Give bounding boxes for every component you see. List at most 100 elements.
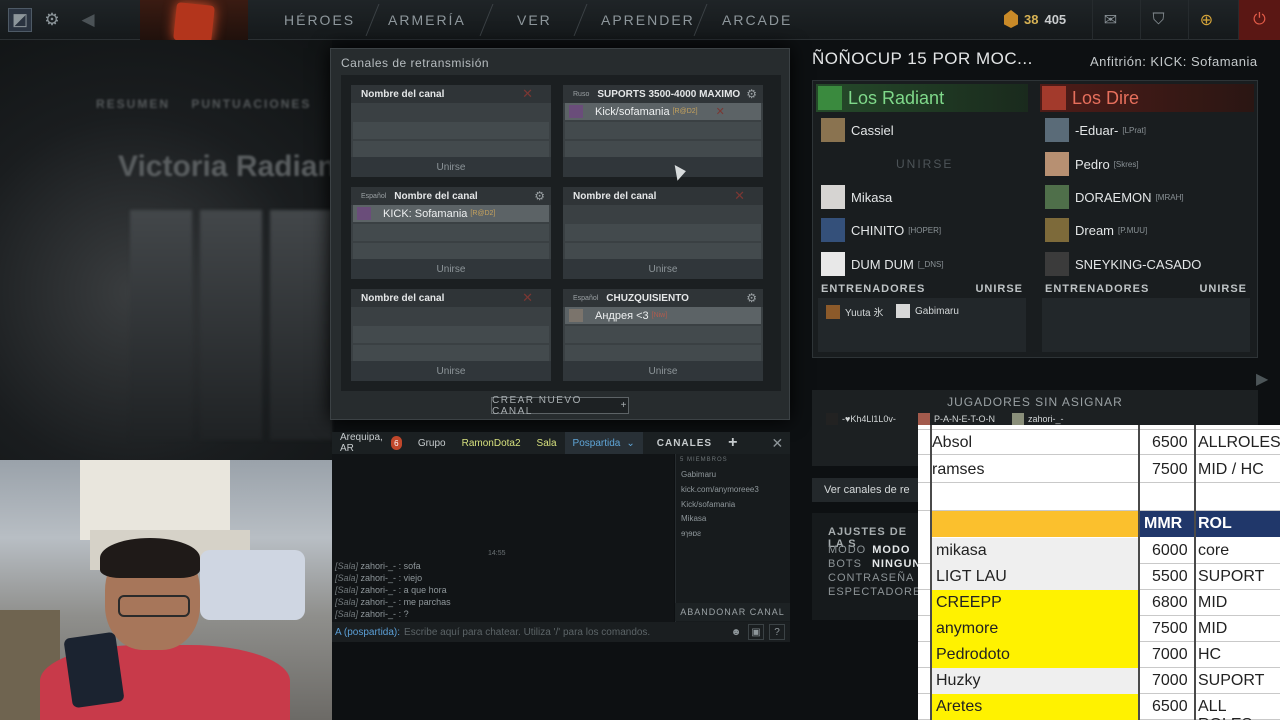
create-channel-button[interactable]: CREAR NUEVO CANAL + (491, 395, 629, 417)
member-item[interactable]: Gabimaru (681, 470, 716, 479)
sheet-mmr: 6500 (1152, 698, 1188, 715)
join-coach-button[interactable]: UNIRSE (975, 283, 1023, 297)
dire-player[interactable]: Dream [P.MUU] (1045, 216, 1147, 244)
power-icon[interactable]: ⏻ (1238, 0, 1280, 40)
sheet-name: Absol (932, 434, 973, 451)
join-slot-button[interactable]: UNIRSE (896, 150, 953, 178)
channel-name[interactable]: Nombre del canal (361, 293, 444, 304)
chevron-right-icon[interactable]: ▶ (1256, 369, 1268, 389)
close-icon[interactable]: ✕ (716, 105, 725, 118)
join-button[interactable]: Unirse (351, 259, 551, 279)
dire-header[interactable]: Los Dire (1042, 84, 1139, 112)
armory-slots-icon[interactable]: ⛉ (1140, 0, 1176, 40)
chat-timestamp: 14:55 (488, 550, 506, 557)
chat-user[interactable]: zahori-_- (361, 597, 397, 607)
plus-icon[interactable]: ⊕ (1188, 0, 1224, 40)
dire-player[interactable]: Pedro [Skres] (1045, 150, 1139, 178)
tab-label: Arequipa, AR (340, 432, 383, 454)
setting-bots: BOTS NINGUNO (828, 558, 931, 570)
empty-slot (565, 122, 761, 139)
tab-group[interactable]: Grupo (410, 432, 454, 454)
dire-player[interactable]: SNEYKING-CASADO (1045, 250, 1201, 278)
member-item[interactable]: Kick/sofamania (681, 500, 735, 509)
hero-card (130, 210, 192, 440)
gear-icon[interactable]: ⚙ (746, 87, 757, 101)
chat-prefix: [Sala] (335, 585, 359, 595)
guild-tag: [R@D2] (672, 108, 698, 115)
member-item[interactable]: kick.com/anymoreee3 (681, 485, 759, 494)
tab-room[interactable]: Sala (529, 432, 565, 454)
close-icon[interactable]: ✕ (522, 86, 533, 102)
radiant-player[interactable]: Mikasa (821, 183, 892, 211)
chat-user[interactable]: zahori-_- (361, 609, 397, 619)
chat-line: [Sala] zahori-_- : sofa (335, 561, 421, 571)
gold-amount: 38 (1024, 11, 1039, 27)
image-icon[interactable]: ▣ (748, 624, 764, 640)
unassigned-player[interactable]: zahori-_- (1012, 413, 1064, 425)
channel-name[interactable]: Nombre del canal (361, 89, 444, 100)
nav-arcade[interactable]: ARCADE (722, 12, 792, 28)
gear-icon[interactable]: ⚙ (40, 8, 64, 32)
join-button[interactable]: Unirse (563, 259, 763, 279)
join-button[interactable]: Unirse (563, 361, 763, 381)
unassigned-player[interactable]: P-A-N-E-T-O-N (918, 413, 995, 425)
nav-learn[interactable]: APRENDER (601, 12, 695, 28)
join-coach-button[interactable]: UNIRSE (1199, 283, 1247, 297)
unread-badge: 6 (390, 436, 402, 450)
nav-watch[interactable]: VER (517, 12, 552, 28)
coaches-label: ENTRENADORES (1045, 283, 1150, 295)
chat-user[interactable]: zahori-_- (361, 585, 397, 595)
close-icon[interactable]: ✕ (763, 432, 791, 454)
radiant-player[interactable]: DUM DUM [_DNS] (821, 250, 944, 278)
member-item[interactable]: ɘɿɘɒƨ (681, 529, 701, 538)
dashboard-icon[interactable]: ◩ (8, 8, 32, 32)
sheet-row: Aretes 6500 ALL ROLES (918, 694, 1280, 720)
emoji-icon[interactable]: ☻ (728, 624, 744, 640)
channel-name[interactable]: Nombre del canal (394, 191, 477, 202)
player-name: DORAEMON (1075, 189, 1152, 205)
member-item[interactable]: Mikasa (681, 514, 706, 523)
help-icon[interactable]: ? (769, 624, 785, 640)
close-icon[interactable]: ✕ (734, 188, 745, 204)
join-button[interactable]: Unirse (351, 157, 551, 177)
chat-user[interactable]: zahori-_- (361, 573, 397, 583)
coach-item[interactable]: Yuuta 氷 (826, 304, 883, 319)
channel-header: Nombre del canal (351, 85, 551, 103)
coach-item[interactable]: Gabimaru (896, 304, 959, 318)
nav-heroes[interactable]: HÉROES (284, 12, 355, 28)
chat-input[interactable]: A (pospartida): Escribe aquí para chatea… (332, 622, 790, 642)
gear-icon[interactable]: ⚙ (746, 291, 757, 305)
chat-user[interactable]: zahori-_- (361, 561, 397, 571)
radiant-player[interactable]: Cassiel (821, 116, 894, 144)
dire-player[interactable]: -Eduar- [LPrat] (1045, 116, 1146, 144)
radiant-header[interactable]: Los Radiant (818, 84, 944, 112)
sheet-grid-line (1194, 425, 1196, 720)
tab-friend[interactable]: RamonDota2 (454, 432, 529, 454)
close-icon[interactable]: ✕ (522, 290, 533, 306)
view-broadcast-channels-button[interactable]: Ver canales de re (812, 478, 922, 502)
player-name: Cassiel (851, 122, 894, 138)
back-arrow-icon[interactable]: ◀ (76, 8, 100, 32)
tab-postgame[interactable]: Pospartida ⌄ (564, 432, 643, 454)
sheet-rol: MID / HC (1198, 461, 1264, 478)
sheet-name: Aretes (936, 698, 983, 715)
dire-player[interactable]: DORAEMON [MRAH] (1045, 183, 1184, 211)
channel-member[interactable]: Kick/sofamania [R@D2] ✕ (565, 103, 761, 120)
leave-channel-button[interactable]: ABANDONAR CANAL (675, 603, 790, 621)
avatar (821, 218, 845, 242)
nav-armory[interactable]: ARMERÍA (388, 12, 466, 28)
add-channel-icon[interactable]: + (720, 432, 745, 454)
join-button[interactable] (563, 157, 763, 177)
channel-member[interactable]: Андрея <3 [Niw] (565, 307, 761, 324)
channel-member[interactable]: KICK: Sofamania [R@D2] (353, 205, 549, 222)
mail-icon[interactable]: ✉ (1092, 0, 1128, 40)
sheet-header-fill (932, 511, 1138, 537)
join-button[interactable]: Unirse (351, 361, 551, 381)
tab-location[interactable]: Arequipa, AR 6 (332, 432, 410, 454)
sheet-rol: SUPORT (1198, 672, 1265, 689)
channel-name[interactable]: Nombre del canal (573, 191, 656, 202)
avatar (1045, 152, 1069, 176)
unassigned-player[interactable]: -♥Kh4Ll1L0v- (826, 413, 896, 425)
gear-icon[interactable]: ⚙ (534, 189, 545, 203)
radiant-player[interactable]: CHINITO [HOPER] (821, 216, 941, 244)
